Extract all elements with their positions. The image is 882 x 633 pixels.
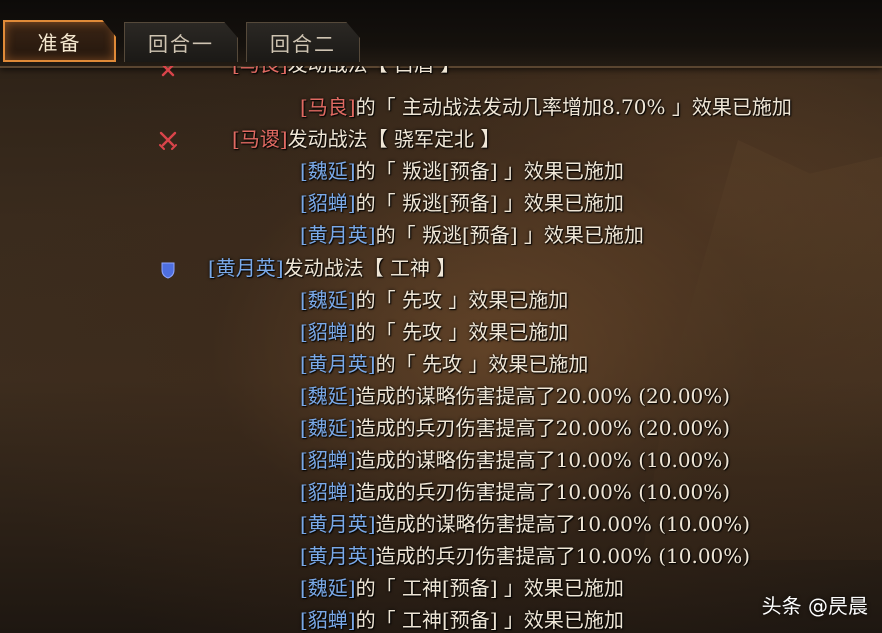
- general-name: [貂蝉]: [300, 480, 356, 504]
- log-line: [黄月英]造成的兵刃伤害提高了10.00% (10.00%): [300, 541, 750, 571]
- log-line: [黄月英]的「 先攻 」效果已施加: [300, 349, 588, 379]
- general-name: [魏延]: [300, 416, 356, 440]
- round-tab-bar: 准备 回合一 回合二: [0, 0, 882, 68]
- crossed-swords-icon: [159, 131, 177, 150]
- general-name: [黄月英]: [300, 512, 376, 536]
- log-line: [马良]的「 主动战法发动几率增加8.70% 」效果已施加: [300, 92, 792, 122]
- log-text: 的「 先攻 」效果已施加: [375, 352, 589, 376]
- general-name: [魏延]: [300, 384, 356, 408]
- log-line: [貂蝉]造成的谋略伤害提高了10.00% (10.00%): [300, 445, 730, 475]
- log-line: [貂蝉]的「 工神[预备] 」效果已施加: [300, 605, 624, 633]
- log-line: [貂蝉]的「 叛逃[预备] 」效果已施加: [300, 188, 624, 218]
- watermark: 头条 @昃晨: [761, 594, 868, 618]
- general-name: [黄月英]: [300, 223, 376, 247]
- general-name: [魏延]: [300, 288, 356, 312]
- log-text: 造成的谋略伤害提高了10.00% (10.00%): [375, 512, 751, 536]
- log-text: 造成的兵刃伤害提高了10.00% (10.00%): [375, 544, 751, 568]
- log-text: 发动战法【 白眉 】: [288, 66, 461, 76]
- general-name: [魏延]: [300, 576, 356, 600]
- log-text: 造成的兵刃伤害提高了20.00% (20.00%): [355, 416, 731, 440]
- general-name: [黄月英]: [300, 544, 376, 568]
- log-line: [马谡]发动战法【 骁军定北 】: [232, 124, 500, 154]
- log-text: 的「 先攻 」效果已施加: [355, 288, 569, 312]
- general-name: [马良]: [232, 66, 288, 76]
- log-line: [魏延]的「 叛逃[预备] 」效果已施加: [300, 156, 624, 186]
- battle-log[interactable]: [马良]发动战法【 白眉 】 [马良]的「 主动战法发动几率增加8.70% 」效…: [0, 66, 882, 633]
- general-name: [貂蝉]: [300, 448, 356, 472]
- general-name: [貂蝉]: [300, 191, 356, 215]
- log-line: [黄月英]发动战法【 工神 】: [208, 253, 456, 283]
- tab-round-two[interactable]: 回合二: [246, 22, 360, 62]
- general-name: [黄月英]: [300, 352, 376, 376]
- crossed-swords-icon: [161, 66, 175, 77]
- log-line: [魏延]造成的兵刃伤害提高了20.00% (20.00%): [300, 413, 730, 443]
- log-line: [貂蝉]造成的兵刃伤害提高了10.00% (10.00%): [300, 477, 730, 507]
- log-line: [貂蝉]的「 先攻 」效果已施加: [300, 317, 568, 347]
- log-line: [魏延]的「 工神[预备] 」效果已施加: [300, 573, 624, 603]
- general-name: [貂蝉]: [300, 320, 356, 344]
- log-text: 的「 工神[预备] 」效果已施加: [355, 576, 624, 600]
- log-text: 的「 主动战法发动几率增加8.70% 」效果已施加: [355, 95, 792, 119]
- log-text: 造成的谋略伤害提高了10.00% (10.00%): [355, 448, 731, 472]
- log-text: 发动战法【 骁军定北 】: [287, 127, 501, 151]
- tab-prepare[interactable]: 准备: [3, 20, 116, 62]
- log-line: [黄月英]造成的谋略伤害提高了10.00% (10.00%): [300, 509, 750, 539]
- general-name: [马谡]: [232, 127, 288, 151]
- log-text: 的「 叛逃[预备] 」效果已施加: [355, 191, 624, 215]
- general-name: [貂蝉]: [300, 608, 356, 632]
- log-line: [魏延]的「 先攻 」效果已施加: [300, 285, 568, 315]
- shield-icon: [161, 262, 175, 279]
- log-text: 的「 叛逃[预备] 」效果已施加: [375, 223, 644, 247]
- log-line: [魏延]造成的谋略伤害提高了20.00% (20.00%): [300, 381, 730, 411]
- general-name: [黄月英]: [208, 256, 284, 280]
- log-text: 的「 叛逃[预备] 」效果已施加: [355, 159, 624, 183]
- log-text: 的「 先攻 」效果已施加: [355, 320, 569, 344]
- log-text: 的「 工神[预备] 」效果已施加: [355, 608, 624, 632]
- log-text: 造成的兵刃伤害提高了10.00% (10.00%): [355, 480, 731, 504]
- log-line: [马良]发动战法【 白眉 】: [232, 66, 460, 79]
- log-text: 发动战法【 工神 】: [283, 256, 457, 280]
- general-name: [马良]: [300, 95, 356, 119]
- log-text: 造成的谋略伤害提高了20.00% (20.00%): [355, 384, 731, 408]
- log-line: [黄月英]的「 叛逃[预备] 」效果已施加: [300, 220, 644, 250]
- general-name: [魏延]: [300, 159, 356, 183]
- tab-round-one[interactable]: 回合一: [124, 22, 238, 62]
